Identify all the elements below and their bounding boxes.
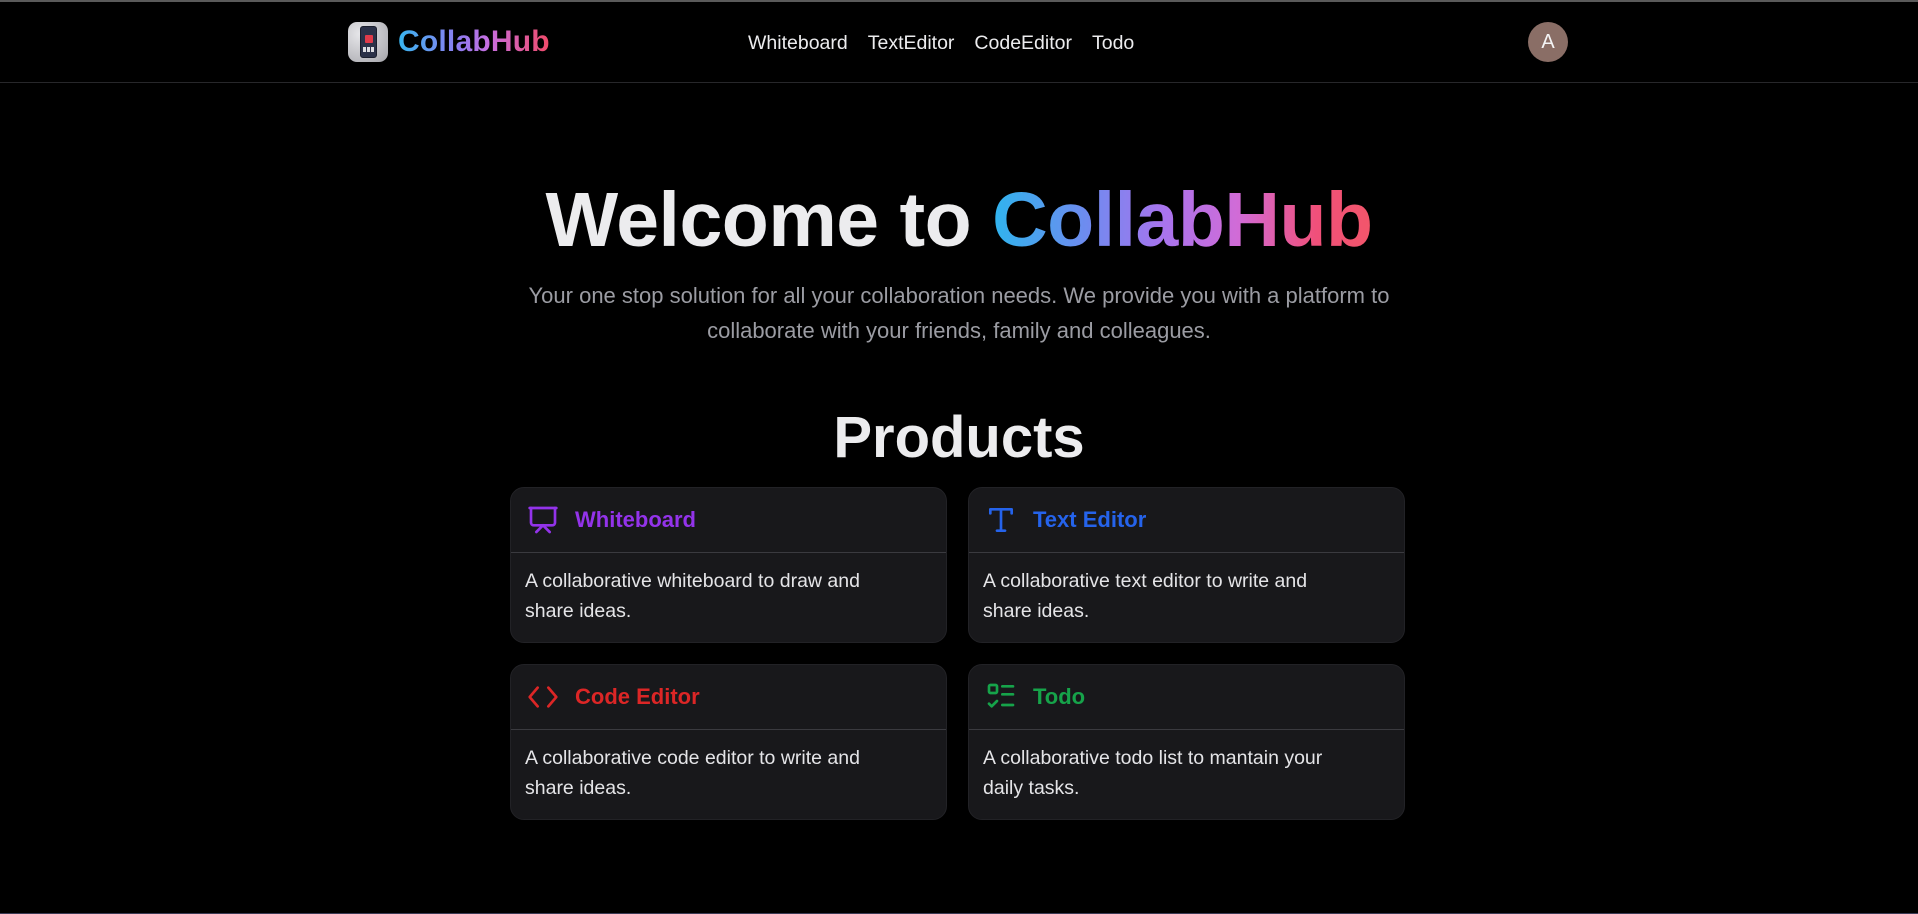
- main-nav: Whiteboard TextEditor CodeEditor Todo: [748, 30, 1134, 56]
- card-title: Code Editor: [575, 684, 700, 709]
- card-description: A collaborative whiteboard to draw and s…: [525, 570, 860, 622]
- nav-link-codeeditor[interactable]: CodeEditor: [974, 30, 1072, 56]
- product-card-code-editor[interactable]: Code Editor A collaborative code editor …: [510, 664, 947, 820]
- card-header: Text Editor: [969, 488, 1404, 553]
- product-card-todo[interactable]: Todo A collaborative todo list to mantai…: [968, 664, 1405, 820]
- card-header: Todo: [969, 665, 1404, 730]
- product-card-whiteboard[interactable]: Whiteboard A collaborative whiteboard to…: [510, 487, 947, 643]
- nav-link-whiteboard[interactable]: Whiteboard: [748, 30, 848, 56]
- hero-title: Welcome to CollabHub: [0, 172, 1918, 268]
- code-brackets-icon: [527, 681, 559, 713]
- hero-subtitle: Your one stop solution for all your coll…: [459, 278, 1459, 348]
- card-description: A collaborative text editor to write and…: [983, 570, 1308, 622]
- hero-title-highlight: CollabHub: [992, 177, 1373, 263]
- card-header: Code Editor: [511, 665, 946, 730]
- card-description: A collaborative code editor to write and…: [525, 747, 860, 799]
- nav-link-texteditor[interactable]: TextEditor: [868, 30, 955, 56]
- top-navbar: CollabHub Whiteboard TextEditor CodeEdit…: [0, 2, 1918, 83]
- product-card-text-editor[interactable]: Text Editor A collaborative text editor …: [968, 487, 1405, 643]
- card-description: A collaborative todo list to mantain you…: [983, 747, 1323, 799]
- card-title: Text Editor: [1033, 507, 1147, 532]
- nav-link-todo[interactable]: Todo: [1092, 30, 1134, 56]
- hero-title-prefix: Welcome to: [545, 177, 993, 263]
- checklist-icon: [985, 681, 1017, 713]
- card-header: Whiteboard: [511, 488, 946, 553]
- brand-name: CollabHub: [398, 25, 550, 58]
- products-heading: Products: [833, 405, 1085, 470]
- text-type-icon: [985, 504, 1017, 536]
- card-title: Todo: [1033, 684, 1086, 709]
- user-avatar[interactable]: A: [1528, 22, 1568, 62]
- presentation-board-icon: [527, 504, 559, 536]
- brand-link[interactable]: CollabHub: [348, 22, 550, 62]
- card-title: Whiteboard: [575, 507, 696, 532]
- hero-subtitle-line2: collaborate with your friends, family an…: [707, 318, 1211, 343]
- avatar-initial: A: [1541, 30, 1555, 53]
- app-logo-icon: [348, 22, 388, 62]
- hero-subtitle-line1: Your one stop solution for all your coll…: [528, 283, 1390, 308]
